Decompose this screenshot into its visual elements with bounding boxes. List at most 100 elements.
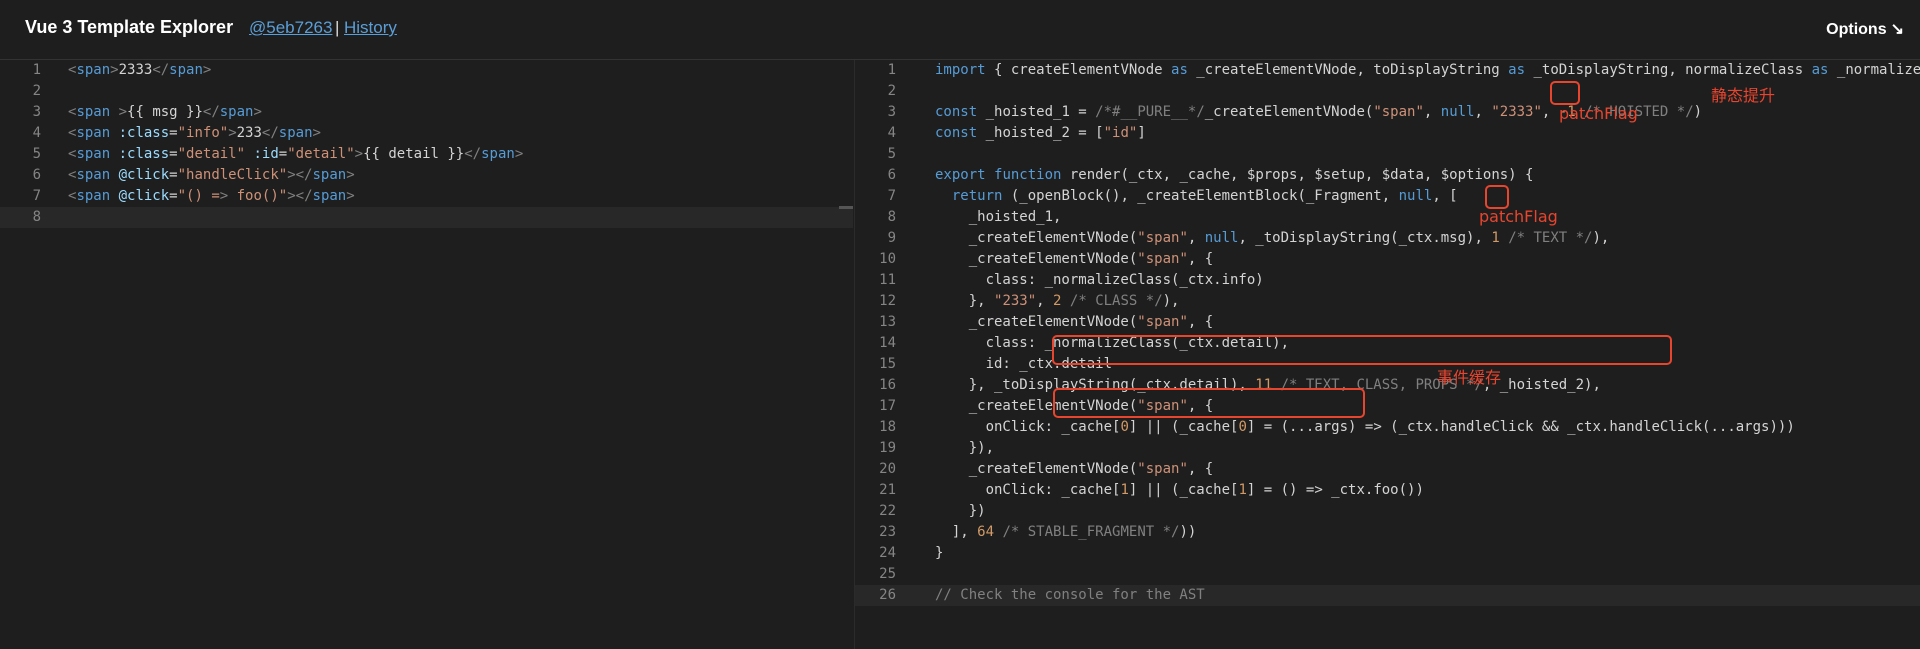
history-link[interactable]: History [344,18,397,38]
line-number: 16 [879,377,896,393]
line-number: 7 [32,188,41,204]
line-number: 22 [879,503,896,519]
line-number: 2 [32,83,41,99]
header-bar: Vue 3 Template Explorer @5eb7263 | Histo… [0,0,1920,60]
code-line: 4 <span :class="info">233</span> [0,123,853,144]
line-number: 1 [887,62,896,78]
template-code[interactable]: 1 <span>2333</span> 2 3 <span >{{ msg }}</sp… [0,60,853,228]
line-number: 26 [879,587,896,603]
line-number: 5 [32,146,41,162]
line-number: 13 [879,314,896,330]
line-number: 23 [879,524,896,540]
options-button[interactable]: Options ↘ [1826,19,1904,39]
line-number: 4 [32,125,41,141]
code-text: onClick: _cache[1] || (_cache[1] = () =>… [935,482,1424,498]
line-number: 6 [32,167,41,183]
line-number: 5 [887,146,896,162]
line-number: 11 [879,272,896,288]
hoist-annotation: 静态提升 [1711,86,1776,105]
text-flag-highlight [1485,185,1509,209]
compiled-code: 1 import { createElementVNode as _createE… [855,60,1920,606]
event-cache-annotation: 事件缓存 [1437,368,1502,387]
code-line: 1 <span>2333</span> [0,60,853,81]
line-number: 1 [32,62,41,78]
code-text: <span :class="info">233</span> [68,125,321,141]
line-number: 7 [887,188,896,204]
line-number: 18 [879,419,896,435]
code-text: <span>2333</span> [68,62,212,78]
code-line: 17 _createElementVNode("span", { [855,396,1920,417]
code-line: 10 _createElementVNode("span", { [855,249,1920,270]
code-text: _hoisted_1, [935,209,1062,225]
line-number: 20 [879,461,896,477]
code-line: 23 ], 64 /* STABLE_FRAGMENT */)) [855,522,1920,543]
code-line: 8 _hoisted_1, [855,207,1920,228]
handle-click-cache-highlight [1052,335,1672,365]
code-text: <span :class="detail" :id="detail">{{ de… [68,146,524,162]
line-number: 15 [879,356,896,372]
hoisted-flag-highlight [1550,81,1580,105]
code-text: return (_openBlock(), _createElementBloc… [951,188,1458,204]
code-text: ], 64 /* STABLE_FRAGMENT */)) [935,524,1197,540]
line-number: 14 [879,335,896,351]
template-editor[interactable]: 1 <span>2333</span> 2 3 <span >{{ msg }}</sp… [0,60,853,649]
code-text: _createElementVNode("span", null, _toDis… [935,230,1610,246]
separator: | [335,18,340,37]
code-text: _createElementVNode("span", { [935,461,1214,477]
code-line: 4 const _hoisted_2 = ["id"] [855,123,1920,144]
code-line: 22 }) [855,501,1920,522]
patch-flag-annotation-1: patchFlag [1559,104,1638,123]
app-title: Vue 3 Template Explorer [25,17,234,37]
code-line: 11 class: _normalizeClass(_ctx.info) [855,270,1920,291]
line-number: 6 [887,167,896,183]
line-number: 2 [887,83,896,99]
line-number: 12 [879,293,896,309]
line-number: 8 [887,209,896,225]
code-text: export function render(_ctx, _cache, $pr… [935,167,1534,183]
options-label: Options [1826,21,1887,38]
code-line: 26 // Check the console for the AST [855,585,1920,606]
code-text: }), [935,440,995,456]
code-line: 21 onClick: _cache[1] || (_cache[1] = ()… [855,480,1920,501]
line-number: 17 [879,398,896,414]
line-number: 24 [879,545,896,561]
code-line: 2 [0,81,853,102]
scrollbar-marker[interactable] [839,206,853,209]
code-line: 6 <span @click="handleClick"></span> [0,165,853,186]
code-line: 20 _createElementVNode("span", { [855,459,1920,480]
code-text: <span @click="handleClick"></span> [68,167,355,183]
code-line: 9 _createElementVNode("span", null, _toD… [855,228,1920,249]
code-line: 5 <span :class="detail" :id="detail">{{ d… [0,144,853,165]
code-text: // Check the console for the AST [935,587,1205,603]
code-text: <span >{{ msg }}</span> [68,104,262,120]
code-text: const _hoisted_2 = ["id"] [935,125,1146,141]
line-number: 3 [887,104,896,120]
code-line: 13 _createElementVNode("span", { [855,312,1920,333]
code-text: }) [935,503,986,519]
code-line: 3 <span >{{ msg }}</span> [0,102,853,123]
foo-cache-highlight [1053,388,1365,418]
code-text: <span @click="() => foo()"></span> [68,188,355,204]
code-line: 16 }, _toDisplayString(_ctx.detail), 11 … [855,375,1920,396]
code-text: class: _normalizeClass(_ctx.info) [935,272,1264,288]
compiled-output[interactable]: 1 import { createElementVNode as _createE… [854,60,1920,649]
code-line: 12 }, "233", 2 /* CLASS */), [855,291,1920,312]
code-text: onClick: _cache[0] || (_cache[0] = (...a… [935,419,1795,435]
line-number: 4 [887,125,896,141]
code-text: _createElementVNode("span", { [935,251,1214,267]
code-line: 1 import { createElementVNode as _createE… [855,60,1920,81]
line-number: 21 [879,482,896,498]
code-line: 18 onClick: _cache[0] || (_cache[0] = (.… [855,417,1920,438]
code-text: }, "233", 2 /* CLASS */), [935,293,1180,309]
line-number: 25 [879,566,896,582]
arrow-down-right-icon: ↘ [1890,21,1904,38]
line-number: 8 [32,209,41,225]
line-number: 9 [887,230,896,246]
patch-flag-annotation-2: patchFlag [1479,207,1558,226]
line-number: 3 [32,104,41,120]
code-line: 24} [855,543,1920,564]
commit-link[interactable]: @5eb7263 [249,18,332,38]
code-line: 8 [0,207,853,228]
code-line: 5 [855,144,1920,165]
code-text: } [935,545,944,561]
